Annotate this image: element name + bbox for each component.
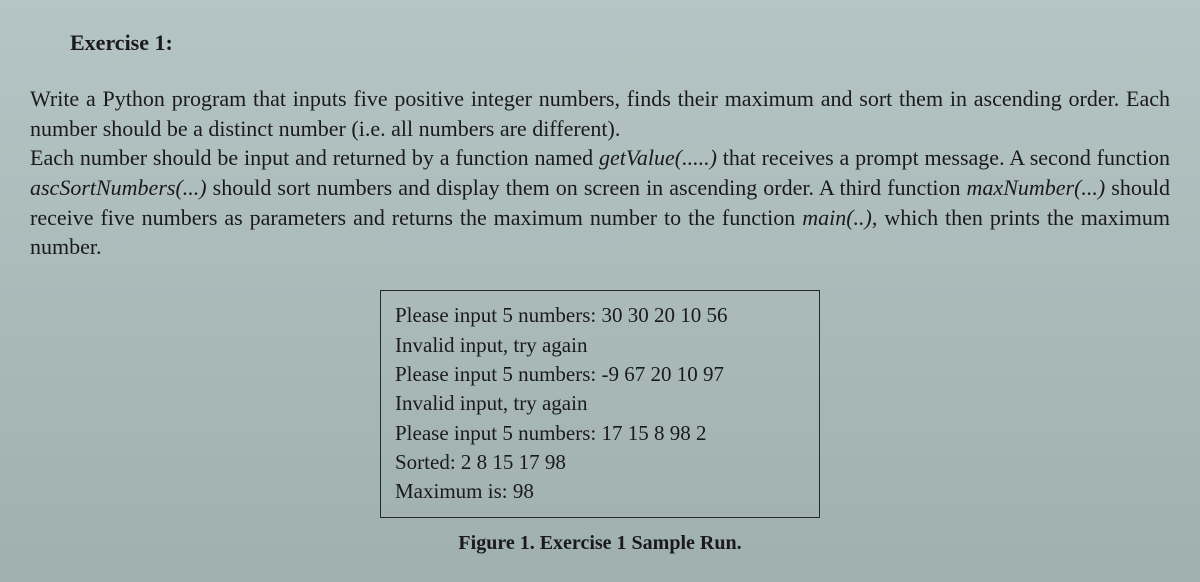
desc-part2b: that receives a prompt message. A second… [717,145,1170,170]
desc-part1: Write a Python program that inputs five … [30,86,1170,141]
sample-line: Invalid input, try again [395,389,805,418]
desc-part2a: Each number should be input and returned… [30,145,599,170]
exercise-title: Exercise 1: [70,30,1170,56]
sample-run-box: Please input 5 numbers: 30 30 20 10 56 I… [380,290,820,518]
func-ascsort: ascSortNumbers(...) [30,175,207,200]
func-getvalue: getValue(.....) [599,145,717,170]
sample-line: Maximum is: 98 [395,477,805,506]
exercise-description: Write a Python program that inputs five … [30,84,1170,262]
desc-part2c: should sort numbers and display them on … [207,175,967,200]
sample-line: Please input 5 numbers: 30 30 20 10 56 [395,301,805,330]
sample-line: Invalid input, try again [395,331,805,360]
sample-line: Please input 5 numbers: 17 15 8 98 2 [395,419,805,448]
sample-line: Please input 5 numbers: -9 67 20 10 97 [395,360,805,389]
sample-line: Sorted: 2 8 15 17 98 [395,448,805,477]
figure-caption: Figure 1. Exercise 1 Sample Run. [30,532,1170,555]
func-maxnumber: maxNumber(...) [967,175,1106,200]
func-main: main(..) [802,205,872,230]
